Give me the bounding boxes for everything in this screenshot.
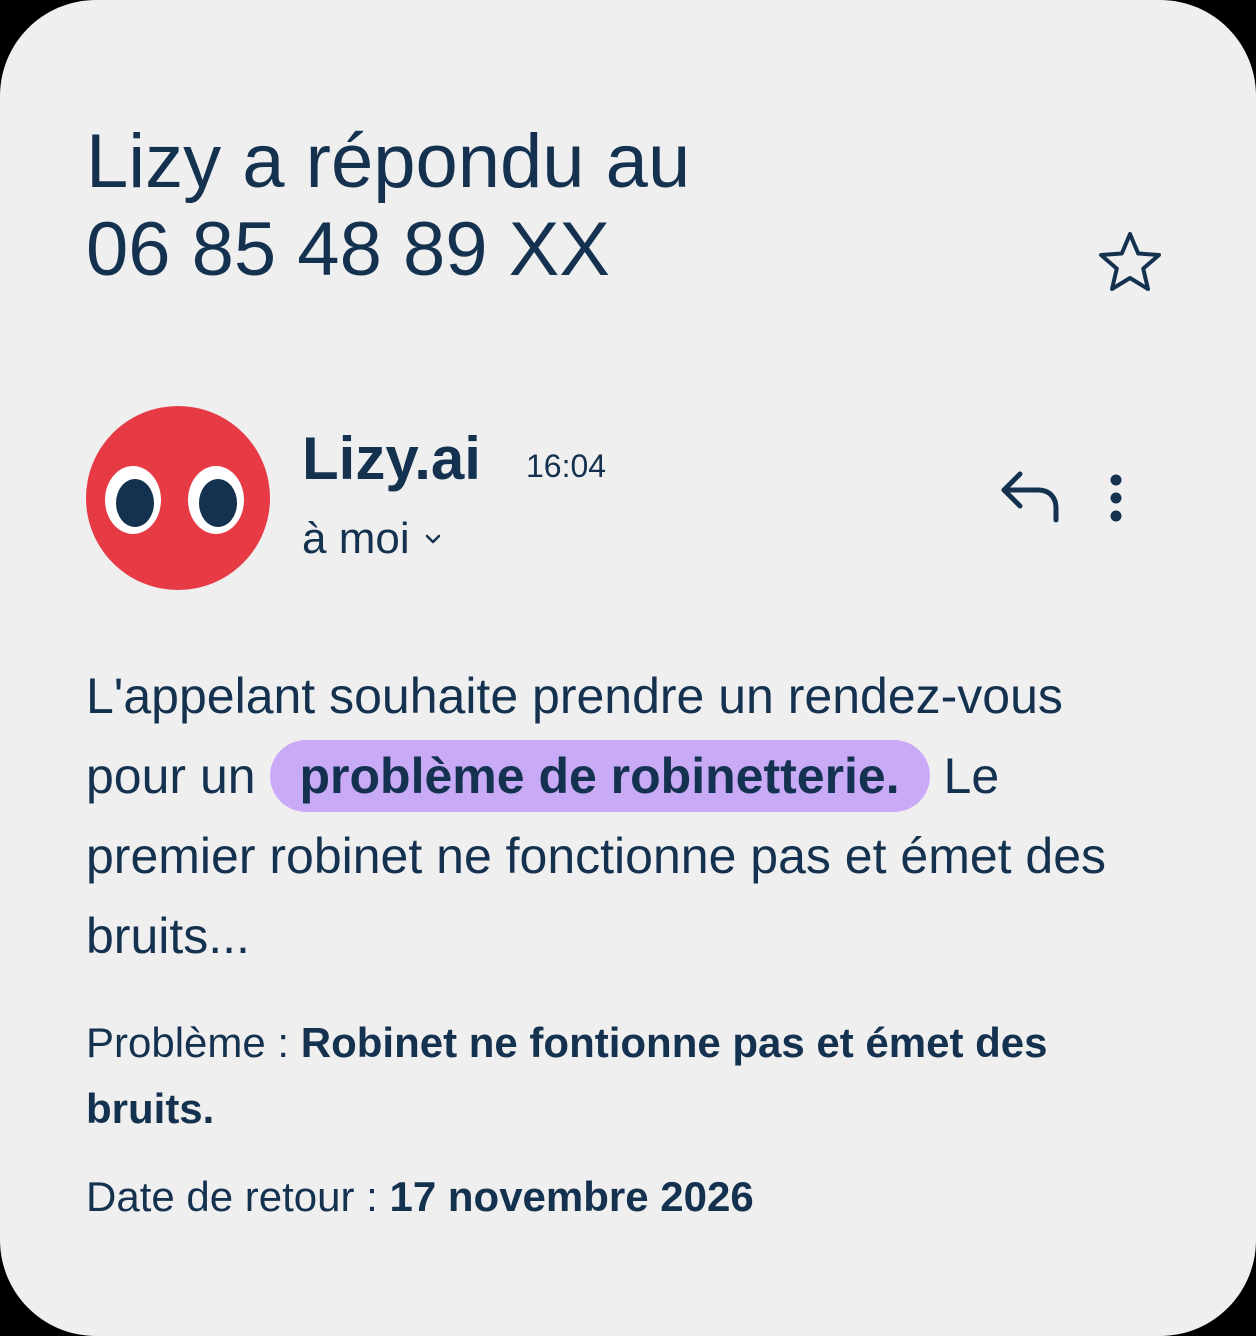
problem-field: Problème : Robinet ne fontionne pas et é… [86,1010,1146,1142]
star-outline-icon [1099,232,1161,291]
avatar [86,406,270,590]
sender-name[interactable]: Lizy.ai [302,424,481,494]
more-vertical-icon [1110,474,1122,522]
sent-time: 16:04 [526,448,607,484]
chevron-down-icon [425,534,440,544]
recipient-toggle[interactable]: à moi [302,512,442,566]
star-button[interactable] [1094,226,1166,298]
problem-label: Problème : [86,1019,290,1066]
email-body: L'appelant souhaite prendre un rendez-vo… [86,656,1176,976]
email-card: Lizy a répondu au 06 85 48 89 XX Lizy.ai… [0,0,1256,1336]
subject-line-2: 06 85 48 89 XX [86,207,610,292]
reply-arrow-icon [1001,471,1059,523]
lizy-eyes-logo [86,406,270,590]
return-date-label: Date de retour : [86,1173,378,1220]
recipient-label: à moi [302,514,410,563]
more-options-button[interactable] [1096,470,1136,526]
return-date-field: Date de retour : 17 novembre 2026 [86,1164,1146,1230]
email-subject: Lizy a répondu au 06 85 48 89 XX [86,118,986,294]
return-date-value: 17 novembre 2026 [389,1173,754,1220]
subject-line-1: Lizy a répondu au [86,119,691,204]
reply-button[interactable] [998,466,1064,526]
highlighted-topic: problème de robinetterie. [269,740,930,812]
